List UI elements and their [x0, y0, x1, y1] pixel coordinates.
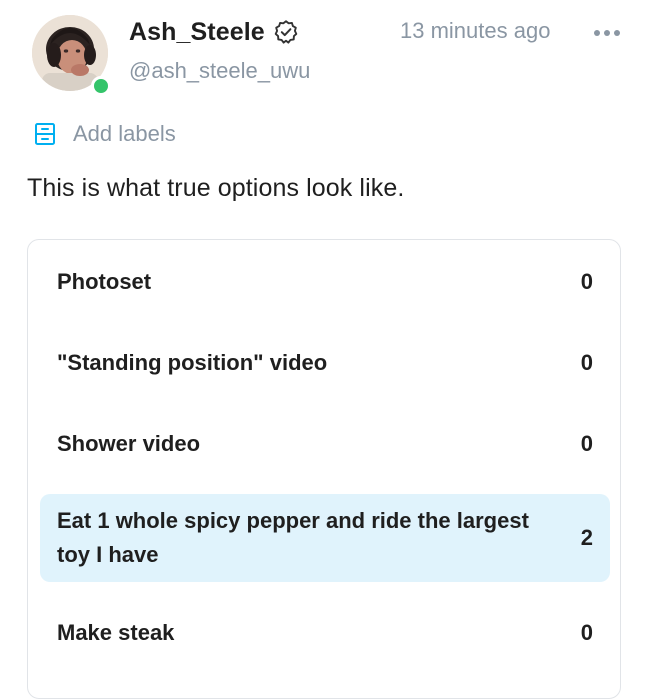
- add-labels-button[interactable]: Add labels: [33, 118, 176, 150]
- poll-option-label: Make steak: [57, 620, 175, 645]
- poll-option-votes: 0: [580, 269, 593, 294]
- poll-option-selected[interactable]: Eat 1 whole spicy pepper and ride the la…: [40, 494, 610, 582]
- label-icon: [33, 121, 57, 147]
- poll-option-label: Shower video: [57, 431, 201, 456]
- more-options-button[interactable]: [587, 20, 627, 46]
- poll-option[interactable]: Shower video 0: [40, 422, 610, 466]
- poll-option-votes: 0: [580, 620, 593, 645]
- post-timestamp: 13 minutes ago: [400, 18, 551, 43]
- poll-option-label: "Standing position" video: [57, 350, 328, 375]
- poll-option[interactable]: Make steak 0: [40, 611, 610, 655]
- add-labels-label: Add labels: [73, 121, 176, 146]
- author-name-row[interactable]: Ash_Steele: [129, 14, 299, 50]
- poll-option-votes: 0: [580, 350, 593, 375]
- more-horizontal-icon: [614, 30, 620, 36]
- poll: Photoset 0 "Standing position" video 0 S…: [27, 239, 621, 699]
- author-handle[interactable]: @ash_steele_uwu: [129, 58, 310, 84]
- poll-option-label: Photoset: [57, 269, 152, 294]
- poll-option-votes: 2: [580, 525, 593, 550]
- author-display-name[interactable]: Ash_Steele: [129, 18, 265, 47]
- online-status-dot: [91, 76, 111, 96]
- avatar-container[interactable]: [31, 13, 111, 96]
- poll-option-votes: 0: [580, 431, 593, 456]
- more-horizontal-icon: [604, 30, 610, 36]
- verified-badge-icon: [273, 19, 299, 45]
- post-text: This is what true options look like.: [27, 174, 405, 202]
- more-horizontal-icon: [594, 30, 600, 36]
- poll-option[interactable]: Photoset 0: [40, 260, 610, 304]
- poll-option-label: Eat 1 whole spicy pepper and ride the la…: [57, 508, 529, 567]
- poll-option[interactable]: "Standing position" video 0: [40, 341, 610, 385]
